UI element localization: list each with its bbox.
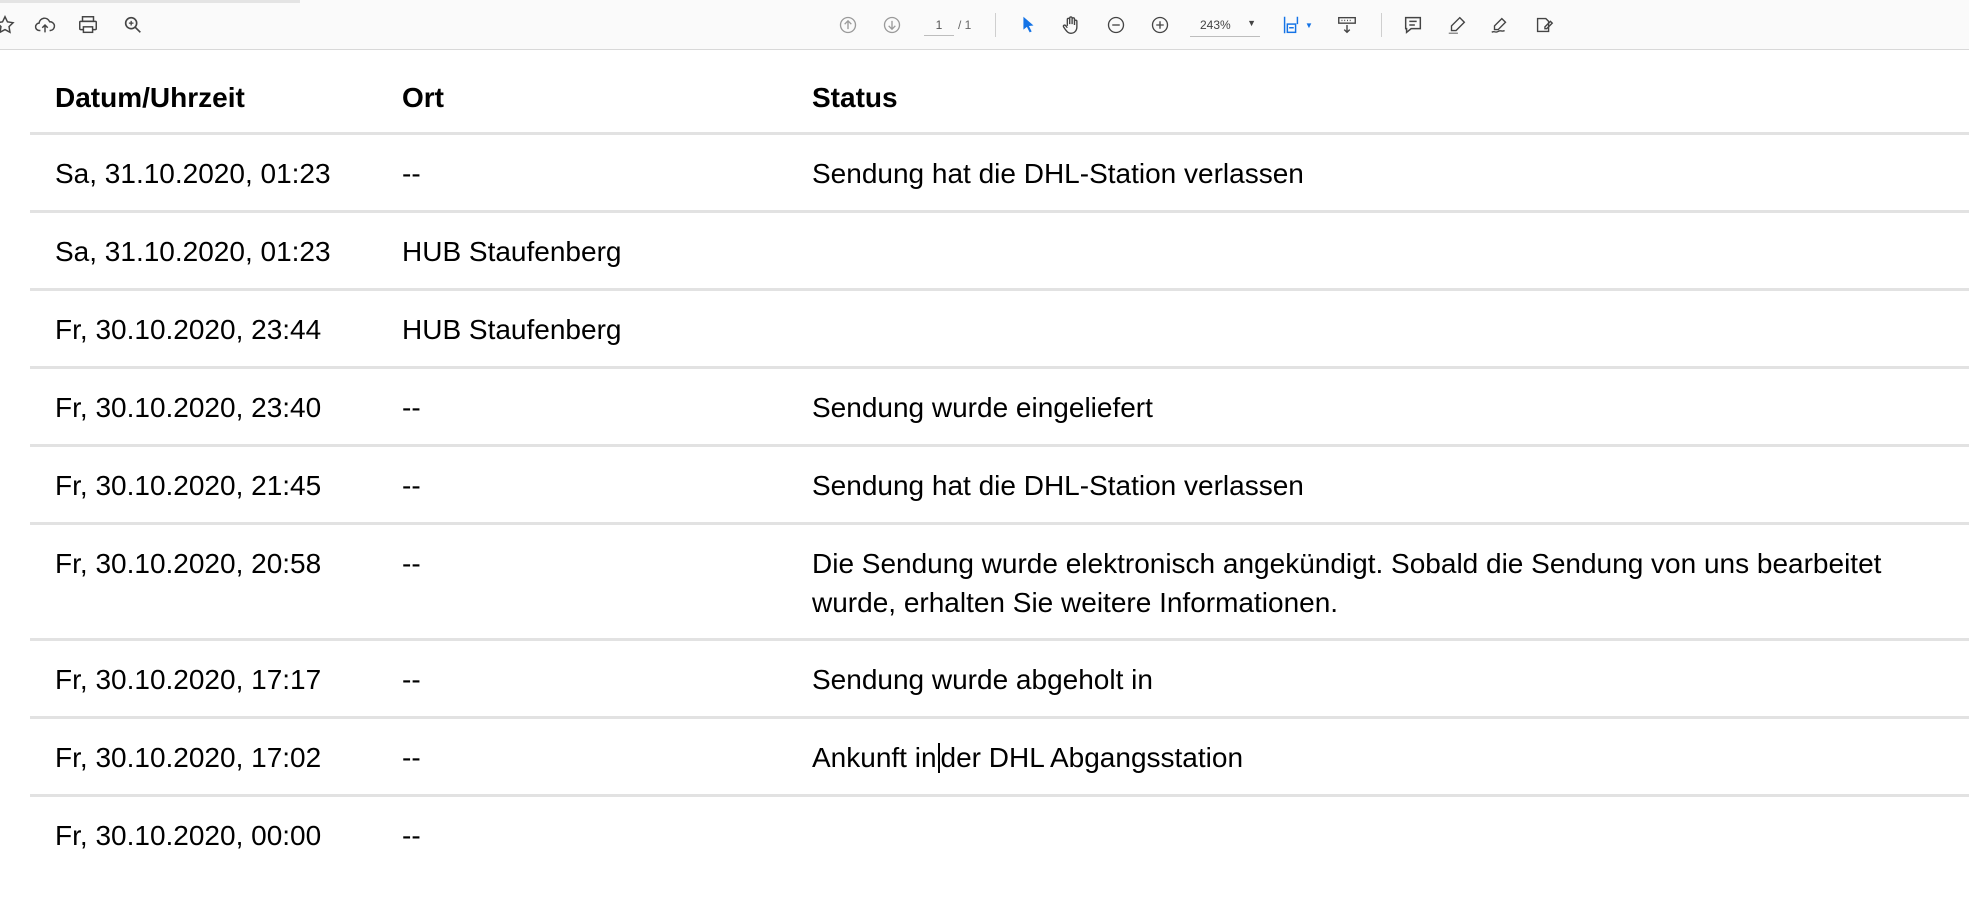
row-divider — [30, 522, 1969, 525]
select-cursor-icon[interactable] — [1015, 12, 1041, 38]
table-row-ort: -- — [402, 392, 421, 423]
table-row-status: Sendung wurde abgeholt in — [812, 664, 1153, 695]
table-row-status: Sendung wurde eingeliefert — [812, 392, 1153, 423]
table-row-status: Ankunft in der DHL Abgangsstation — [812, 738, 1962, 777]
table-row-ort: -- — [402, 664, 421, 695]
row-divider — [30, 638, 1969, 641]
text-cursor — [937, 743, 940, 773]
row-divider — [30, 716, 1969, 719]
hand-tool-icon[interactable] — [1058, 12, 1084, 38]
status-text-part-a: Ankunft in — [812, 742, 937, 773]
row-divider — [30, 794, 1969, 797]
table-row-date: Fr, 30.10.2020, 17:02 — [55, 742, 322, 773]
table-row-status: Sendung hat die DHL-Station verlassen — [812, 158, 1304, 189]
highlight-pen-icon[interactable] — [1444, 12, 1470, 38]
table-row-status-line-1: Die Sendung wurde elektronisch angekündi… — [812, 548, 1882, 579]
toolbar-separator — [1381, 13, 1382, 37]
page-total-label: / 1 — [958, 18, 972, 32]
bookmark-star-icon[interactable] — [0, 12, 18, 38]
zoom-in-icon[interactable] — [1147, 12, 1173, 38]
table-row-date: Fr, 30.10.2020, 23:40 — [55, 392, 322, 423]
table-row-date: Sa, 31.10.2020, 01:23 — [55, 236, 331, 267]
row-divider — [30, 444, 1969, 447]
find-zoom-icon[interactable] — [120, 12, 146, 38]
pdf-toolbar: / 1 243% ▼ ▼ — [0, 0, 1969, 50]
table-row-date: Sa, 31.10.2020, 01:23 — [55, 158, 331, 189]
next-page-icon[interactable] — [879, 12, 905, 38]
table-row-ort: HUB Staufenberg — [402, 314, 622, 345]
table-row-status: Sendung hat die DHL-Station verlassen — [812, 470, 1304, 501]
page-fit-chevron-icon[interactable]: ▼ — [1305, 21, 1313, 30]
table-row-date: Fr, 30.10.2020, 21:45 — [55, 470, 322, 501]
page-number-input[interactable] — [924, 15, 954, 36]
row-divider — [30, 210, 1969, 213]
table-row-status-line-2: wurde, erhalten Sie weitere Informatione… — [812, 587, 1339, 618]
comment-icon[interactable] — [1400, 12, 1426, 38]
table-row-ort: -- — [402, 158, 421, 189]
draw-signature-icon[interactable] — [1487, 12, 1513, 38]
cloud-upload-icon[interactable] — [32, 12, 58, 38]
tab-strip-edge — [0, 0, 300, 3]
table-row-date: Fr, 30.10.2020, 00:00 — [55, 820, 322, 851]
table-row-ort: -- — [402, 470, 421, 501]
table-row-ort: HUB Staufenberg — [402, 236, 622, 267]
zoom-out-icon[interactable] — [1103, 12, 1129, 38]
chevron-down-icon: ▼ — [1247, 18, 1256, 28]
scroll-mode-icon[interactable] — [1334, 12, 1360, 38]
toolbar-separator — [995, 13, 996, 37]
status-text-part-b: der DHL Abgangsstation — [940, 742, 1244, 773]
tracking-table: Datum/Uhrzeit Ort Status Sa, 31.10.2020,… — [0, 50, 1969, 924]
table-row-ort: -- — [402, 742, 421, 773]
table-row-date: Fr, 30.10.2020, 20:58 — [55, 548, 322, 579]
fill-sign-icon[interactable] — [1531, 12, 1557, 38]
column-header-ort: Ort — [402, 82, 444, 113]
row-divider — [30, 288, 1969, 291]
page-fit-icon[interactable] — [1278, 12, 1304, 38]
table-row-date: Fr, 30.10.2020, 17:17 — [55, 664, 322, 695]
previous-page-icon[interactable] — [835, 12, 861, 38]
table-row-ort: -- — [402, 820, 421, 851]
table-row-ort: -- — [402, 548, 421, 579]
row-divider — [30, 366, 1969, 369]
row-divider — [30, 132, 1969, 135]
column-header-status: Status — [812, 82, 898, 113]
zoom-level-dropdown[interactable]: 243% ▼ — [1190, 14, 1260, 37]
table-row-date: Fr, 30.10.2020, 23:44 — [55, 314, 322, 345]
print-icon[interactable] — [75, 12, 101, 38]
column-header-date: Datum/Uhrzeit — [55, 82, 245, 113]
zoom-level-value: 243% — [1200, 18, 1231, 32]
